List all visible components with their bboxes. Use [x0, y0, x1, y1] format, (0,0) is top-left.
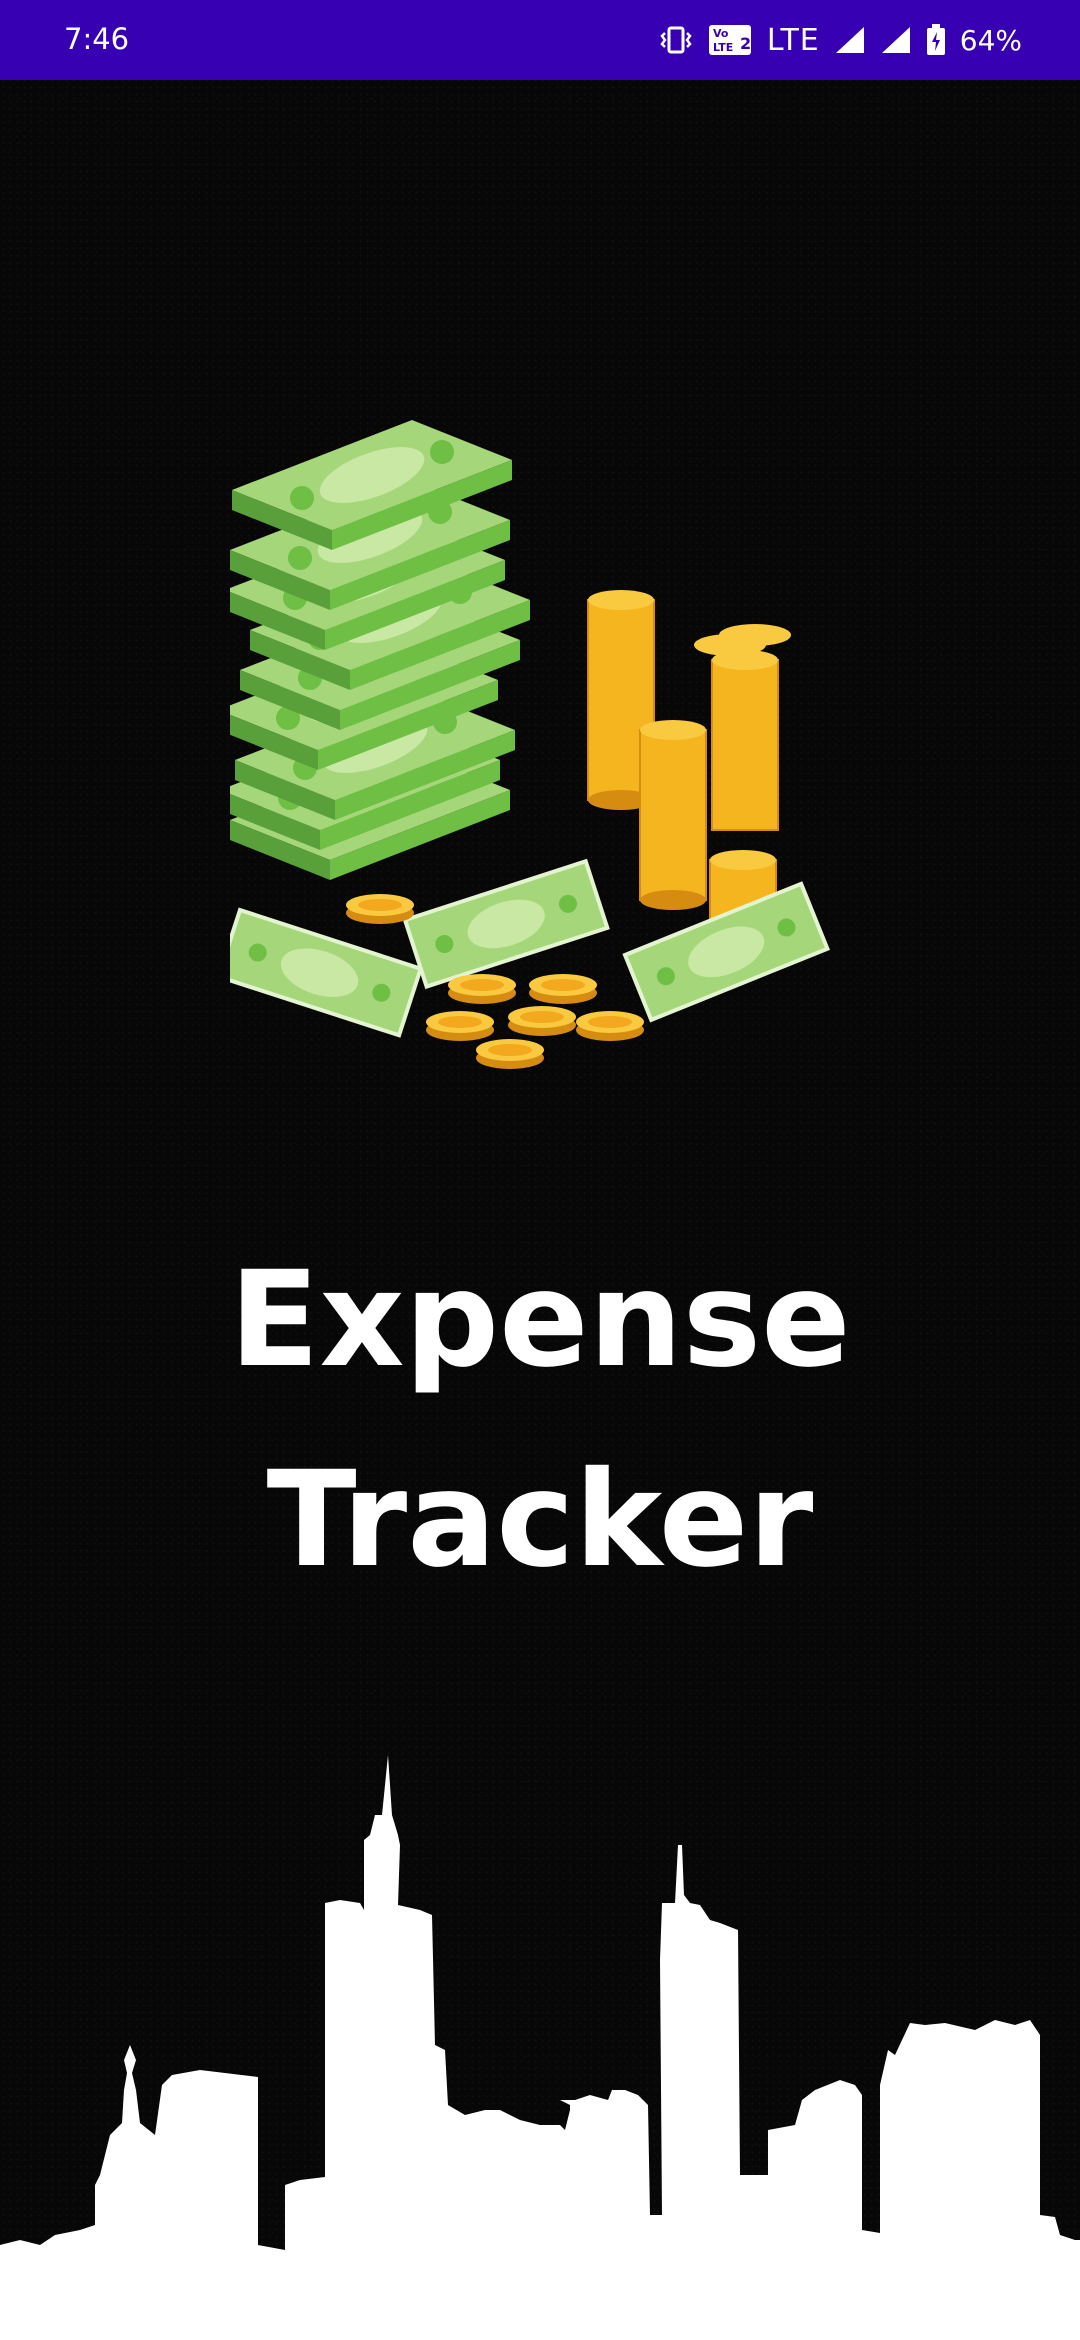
volte2-icon: Vo LTE 2 [707, 23, 753, 57]
svg-text:Vo: Vo [713, 27, 729, 40]
app-title: Expense Tracker [0, 1220, 1080, 1620]
svg-text:LTE: LTE [713, 41, 733, 54]
app-title-line1: Expense [229, 1243, 851, 1397]
battery-percent: 64% [959, 23, 1022, 57]
money-illustration [230, 420, 830, 1069]
signal-icon [880, 25, 912, 55]
app-title-line2: Tracker [266, 1443, 814, 1597]
svg-text:2: 2 [740, 34, 751, 53]
signal-icon [834, 25, 866, 55]
splash-screen: 7:46 Vo LTE 2 LTE 64% Expense Tracker [0, 0, 1080, 2340]
coin-stacks [587, 590, 791, 950]
city-skyline-illustration [0, 1755, 1080, 2340]
status-icons: Vo LTE 2 LTE 64% [659, 18, 1022, 62]
battery-charging-icon [926, 24, 946, 56]
status-time: 7:46 [64, 22, 130, 56]
status-bar: 7:46 Vo LTE 2 LTE 64% [0, 0, 1080, 80]
vibrate-icon [659, 25, 693, 55]
bill-stack [230, 420, 530, 880]
network-type: LTE [766, 22, 820, 58]
